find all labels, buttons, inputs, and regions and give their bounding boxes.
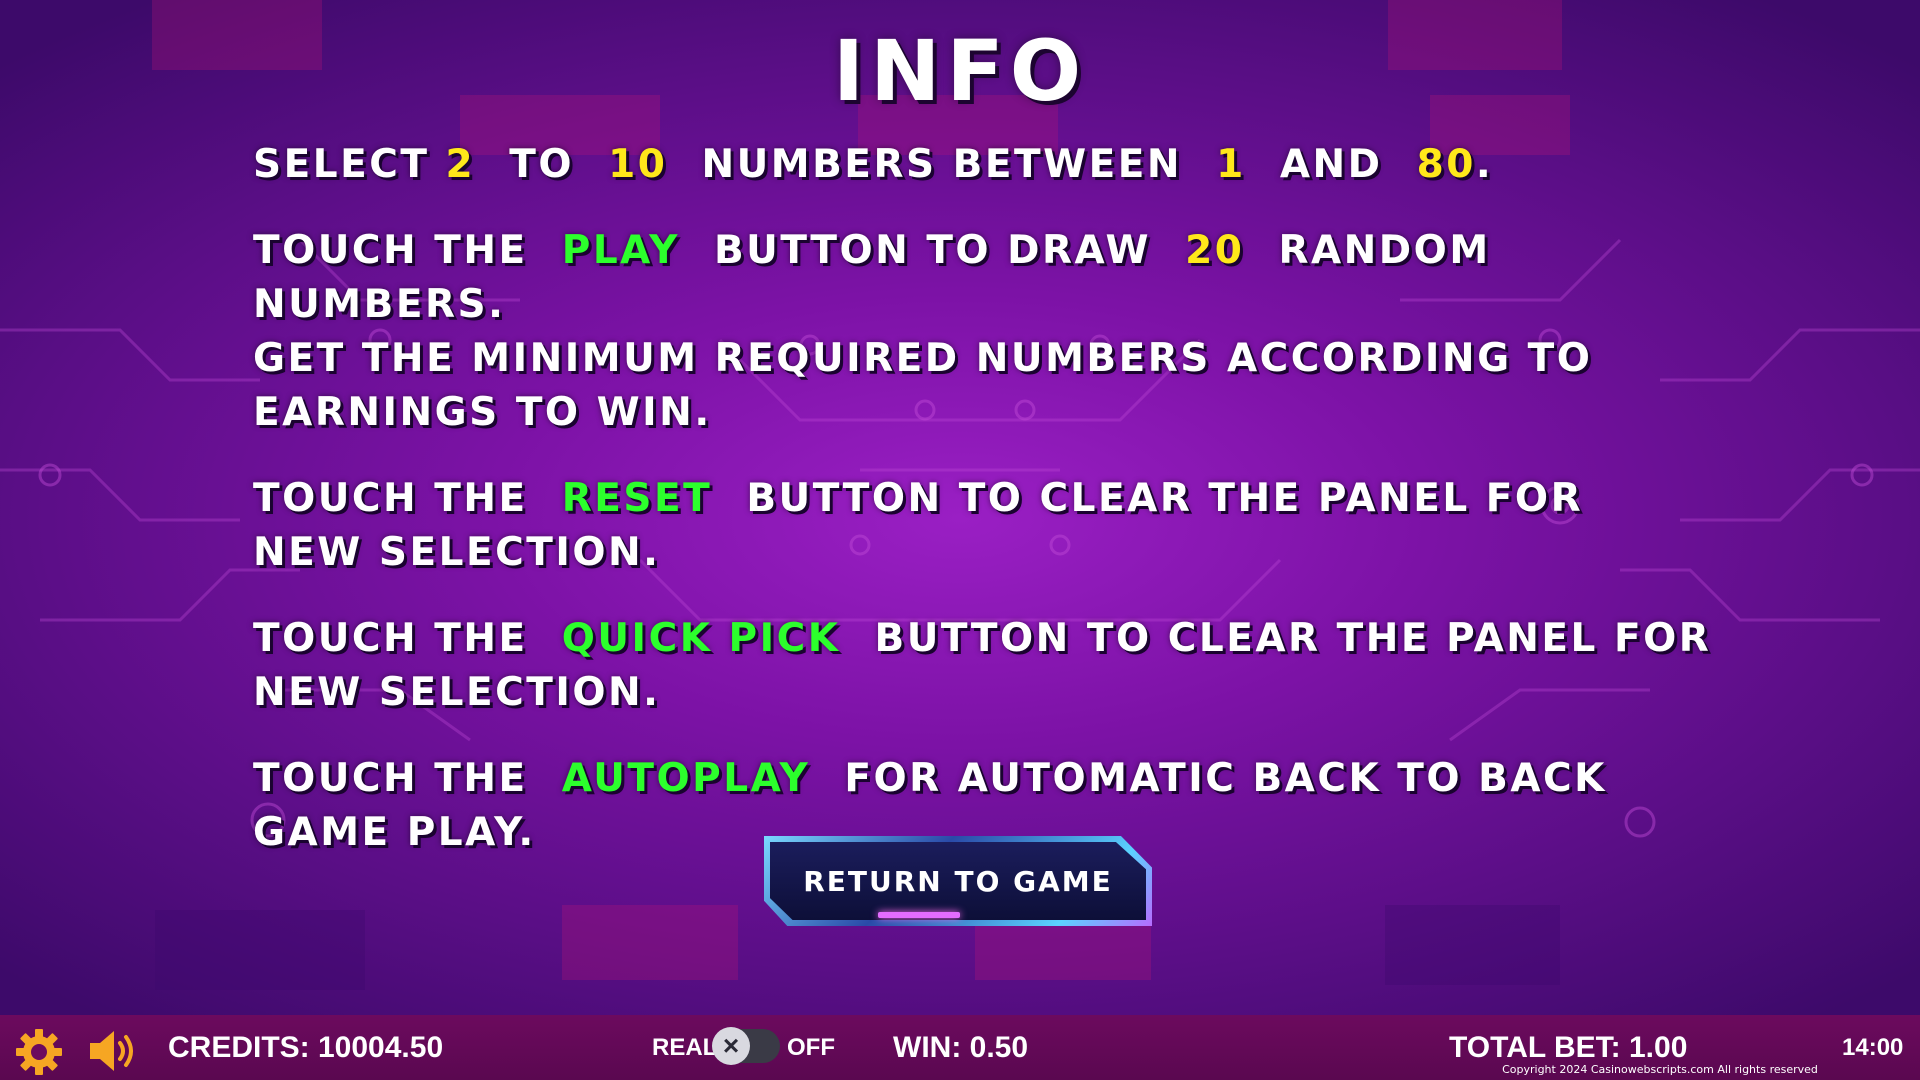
rule-text: AND bbox=[1279, 142, 1383, 187]
rule-text: NEW SELECTION. bbox=[253, 530, 661, 575]
return-button-accent bbox=[878, 912, 960, 918]
draw-count-value: 20 bbox=[1185, 228, 1245, 273]
rule-text: . bbox=[1475, 142, 1494, 187]
rule-text: TOUCH THE bbox=[253, 616, 528, 661]
rule-text: BUTTON TO CLEAR THE PANEL FOR bbox=[874, 616, 1712, 661]
return-to-game-button[interactable]: RETURN TO GAME bbox=[770, 842, 1146, 920]
rule-text: SELECT bbox=[253, 142, 430, 187]
bg-tile bbox=[562, 905, 738, 980]
bg-tile bbox=[155, 910, 365, 990]
rule-text: TOUCH THE bbox=[253, 228, 528, 273]
page-title: INFO bbox=[832, 22, 1088, 120]
range-high-value: 80 bbox=[1416, 142, 1476, 187]
autoplay-keyword: AUTOPLAY bbox=[561, 756, 811, 801]
win-display: WIN: 0.50 bbox=[893, 1030, 1029, 1064]
rule-text: GAME PLAY. bbox=[253, 810, 536, 855]
real-mode-toggle[interactable]: × bbox=[712, 1027, 780, 1065]
credits-display: CREDITS: 10004.50 bbox=[168, 1030, 444, 1064]
off-label: OFF bbox=[787, 1033, 835, 1061]
gear-icon[interactable] bbox=[14, 1027, 64, 1077]
rule-text: GET THE MINIMUM REQUIRED NUMBERS ACCORDI… bbox=[253, 336, 1593, 381]
rule-text: FOR AUTOMATIC BACK TO BACK bbox=[844, 756, 1607, 801]
range-low-value: 1 bbox=[1216, 142, 1246, 187]
max-picks-value: 10 bbox=[608, 142, 668, 187]
rule-text: BUTTON TO DRAW bbox=[713, 228, 1152, 273]
rule-text: NEW SELECTION. bbox=[253, 670, 661, 715]
reset-keyword: RESET bbox=[561, 476, 713, 521]
rule-text: EARNINGS TO WIN. bbox=[253, 390, 712, 435]
rule-play: TOUCH THE PLAY BUTTON TO DRAW 20 RANDOM … bbox=[253, 224, 1753, 440]
rule-text: TOUCH THE bbox=[253, 756, 528, 801]
rule-select-numbers: SELECT 2 TO 10 NUMBERS BETWEEN 1 AND 80. bbox=[253, 138, 1753, 192]
play-keyword: PLAY bbox=[561, 228, 680, 273]
close-icon: × bbox=[712, 1027, 750, 1065]
rule-text: NUMBERS BETWEEN bbox=[701, 142, 1183, 187]
bg-tile bbox=[1385, 905, 1560, 985]
rules-panel: SELECT 2 TO 10 NUMBERS BETWEEN 1 AND 80.… bbox=[253, 138, 1753, 892]
rule-text: TO bbox=[509, 142, 575, 187]
quick-pick-keyword: QUICK PICK bbox=[561, 616, 841, 661]
info-screen: INFO SELECT 2 TO 10 NUMBERS BETWEEN 1 AN… bbox=[0, 0, 1920, 1080]
rule-text: TOUCH THE bbox=[253, 476, 528, 521]
min-picks-value: 2 bbox=[445, 142, 476, 187]
rule-text: BUTTON TO CLEAR THE PANEL FOR bbox=[746, 476, 1584, 521]
rule-quick-pick: TOUCH THE QUICK PICK BUTTON TO CLEAR THE… bbox=[253, 612, 1753, 720]
copyright-text: Copyright 2024 Casinowebscripts.com All … bbox=[1502, 1063, 1818, 1076]
real-label: REAL bbox=[652, 1033, 718, 1061]
rule-reset: TOUCH THE RESET BUTTON TO CLEAR THE PANE… bbox=[253, 472, 1753, 580]
speaker-icon[interactable] bbox=[88, 1027, 140, 1075]
